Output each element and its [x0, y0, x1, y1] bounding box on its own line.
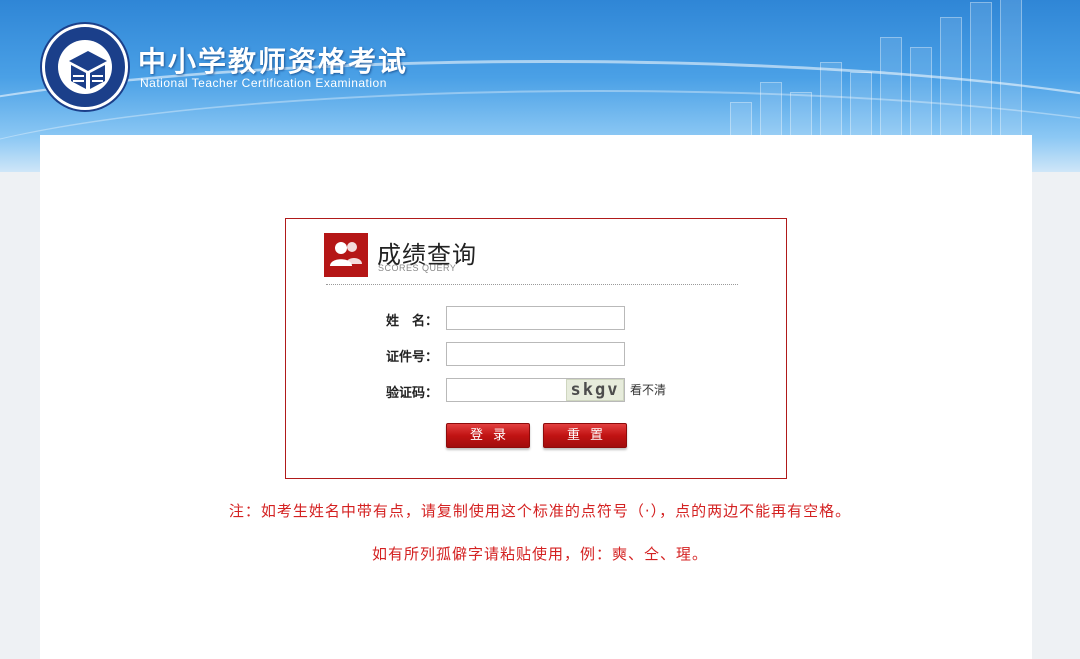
reset-button[interactable]: 重置	[543, 423, 627, 448]
users-icon	[324, 233, 368, 277]
site-title-english: National Teacher Certification Examinati…	[140, 76, 387, 90]
id-number-input[interactable]	[446, 342, 625, 366]
box-subtitle: SCORES QUERY	[378, 263, 457, 273]
score-query-box: 成绩查询 SCORES QUERY 姓 名： 证件号： 验证码： skgv 看不…	[285, 218, 787, 479]
logo-emblem-icon	[42, 24, 128, 110]
id-label: 证件号：	[386, 350, 439, 365]
note-dot-symbol: 注：如考生姓名中带有点，请复制使用这个标准的点符号（·），点的两边不能再有空格。	[228, 502, 852, 520]
note-rare-characters: 如有所列孤僻字请粘贴使用，例：奭、仝、瑆。	[371, 545, 708, 563]
divider	[326, 284, 738, 285]
banner-bars-decoration	[720, 0, 1040, 142]
site-title: 中小学教师资格考试	[138, 45, 409, 78]
captcha-refresh-link[interactable]: 看不清	[630, 381, 666, 398]
captcha-label: 验证码：	[386, 386, 439, 401]
name-label: 姓 名：	[386, 314, 439, 329]
login-button[interactable]: 登录	[446, 423, 530, 448]
captcha-image[interactable]: skgv	[566, 379, 624, 401]
name-input[interactable]	[446, 306, 625, 330]
